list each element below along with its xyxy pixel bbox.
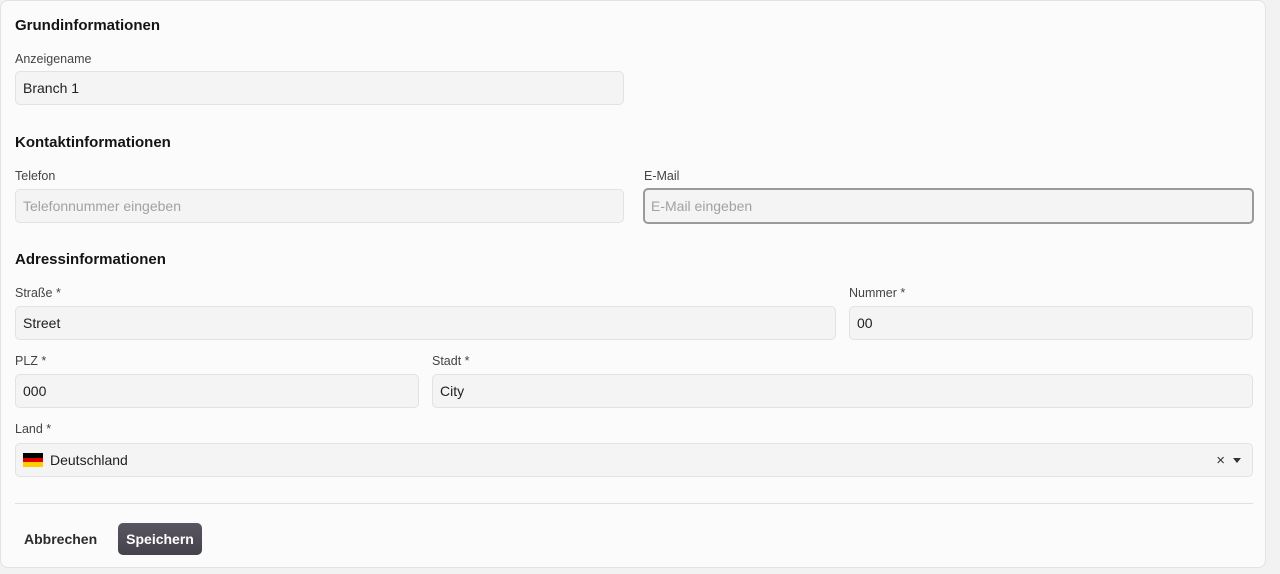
zip-label: PLZ *	[15, 354, 47, 368]
chevron-down-icon[interactable]	[1233, 457, 1241, 463]
city-input[interactable]	[432, 374, 1253, 408]
phone-input[interactable]	[15, 189, 624, 223]
footer-divider	[15, 503, 1253, 504]
country-select-value: Deutschland	[50, 452, 128, 468]
save-button[interactable]: Speichern	[118, 523, 202, 555]
email-input[interactable]	[643, 188, 1254, 224]
section-title-basic: Grundinformationen	[15, 17, 160, 34]
display-name-input[interactable]	[15, 71, 624, 105]
section-title-contact: Kontaktinformationen	[15, 134, 171, 151]
cancel-button[interactable]: Abbrechen	[15, 523, 106, 555]
street-label: Straße *	[15, 286, 61, 300]
branch-form-card: Grundinformationen Anzeigename Kontaktin…	[0, 0, 1266, 568]
zip-input[interactable]	[15, 374, 419, 408]
section-title-address: Adressinformationen	[15, 251, 166, 268]
street-input[interactable]	[15, 306, 836, 340]
email-label: E-Mail	[644, 169, 680, 183]
country-label: Land *	[15, 422, 52, 436]
city-label: Stadt *	[432, 354, 470, 368]
phone-label: Telefon	[15, 169, 56, 183]
display-name-label: Anzeigename	[15, 52, 92, 66]
clear-icon[interactable]: ×	[1216, 453, 1225, 468]
number-label: Nummer *	[849, 286, 906, 300]
country-select[interactable]: Deutschland ×	[15, 443, 1253, 477]
number-input[interactable]	[849, 306, 1253, 340]
flag-de-icon	[23, 453, 43, 468]
